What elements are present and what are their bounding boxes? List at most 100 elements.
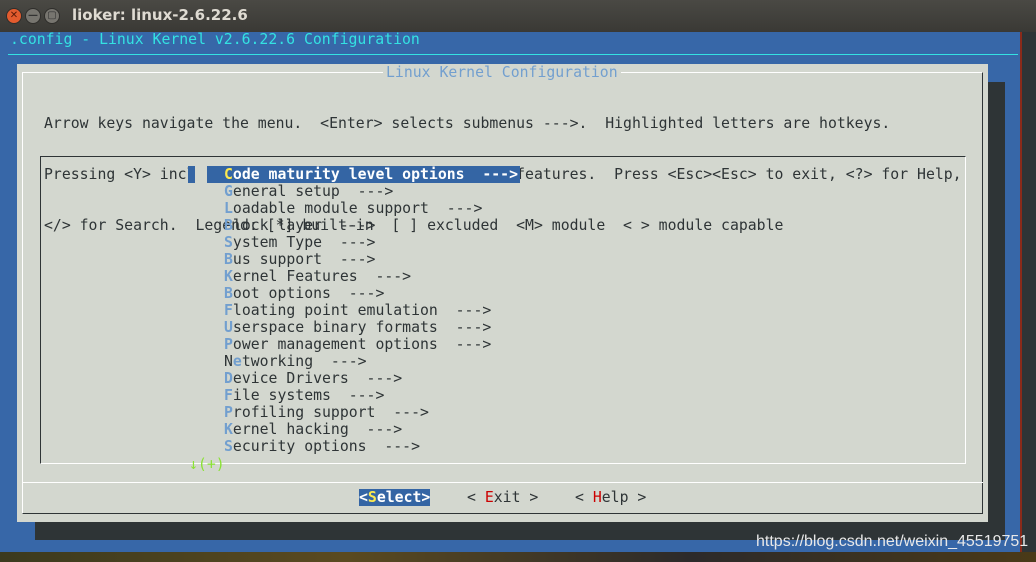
menu-item-hotkey: F — [224, 387, 233, 404]
menu-row: Loadable module support ---> — [188, 200, 520, 217]
menu-row: Device Drivers ---> — [188, 370, 520, 387]
select-pre: < — [359, 489, 368, 506]
menu-item-label: loating point emulation ---> — [232, 302, 492, 319]
menu-row: Floating point emulation ---> — [188, 302, 520, 319]
minimize-button[interactable]: — — [25, 8, 41, 24]
dialog-title: Linux Kernel Configuration — [383, 64, 621, 81]
window-title: lioker: linux-2.6.22.6 — [72, 6, 248, 24]
menu-item-hotkey: C — [224, 166, 233, 183]
menu-item-label: us support ---> — [232, 251, 376, 268]
menu-row: Code maturity level options ---> — [188, 166, 520, 183]
menu-item[interactable]: File systems ---> — [188, 387, 520, 404]
menu-item[interactable]: Kernel Features ---> — [188, 268, 520, 285]
menu-item[interactable]: Bus support ---> — [188, 251, 520, 268]
menu-item[interactable]: Power management options ---> — [188, 336, 520, 353]
help-line: Arrow keys navigate the menu. <Enter> se… — [44, 115, 891, 132]
menu-item-hotkey: G — [224, 183, 233, 200]
menu-item[interactable]: Code maturity level options ---> — [188, 166, 520, 183]
more-indicator: ↓(+) — [189, 456, 225, 473]
menu-item-hotkey: B — [224, 217, 233, 234]
menu-row: General setup ---> — [188, 183, 520, 200]
desktop-background — [0, 552, 1036, 562]
menu-row: Kernel Features ---> — [188, 268, 520, 285]
menu-item-label: ode maturity level options ---> — [232, 166, 518, 183]
menu-item-hotkey: L — [224, 200, 233, 217]
selection-marker — [188, 166, 195, 183]
terminal-header: .config - Linux Kernel v2.6.22.6 Configu… — [10, 31, 420, 48]
menu-item-label: ile systems ---> — [232, 387, 385, 404]
menu-item[interactable]: Loadable module support ---> — [188, 200, 520, 217]
help-pre: < — [575, 489, 593, 506]
menu-item[interactable]: Userspace binary formats ---> — [188, 319, 520, 336]
watermark: https://blog.csdn.net/weixin_45519751 — [756, 533, 1029, 550]
menu-item-label: rofiling support ---> — [232, 404, 429, 421]
select-button[interactable]: <Select> — [359, 489, 431, 506]
menu-row: Block layer ---> — [188, 217, 520, 234]
menu-item[interactable]: Block layer ---> — [188, 217, 520, 234]
menu-item-prefix: N — [224, 353, 233, 370]
menu-item[interactable]: Security options ---> — [188, 438, 520, 455]
menu-item-label: oot options ---> — [232, 285, 385, 302]
menu-item-label: ernel hacking ---> — [232, 421, 403, 438]
menu-item[interactable]: Boot options ---> — [188, 285, 520, 302]
menu-row: Security options ---> — [188, 438, 520, 455]
menu-item-hotkey: D — [224, 370, 233, 387]
menu-item-label: eneral setup ---> — [232, 183, 394, 200]
menu-item[interactable]: Networking ---> — [188, 353, 520, 370]
menu-item-hotkey: S — [224, 234, 233, 251]
menu-item[interactable]: General setup ---> — [188, 183, 520, 200]
menu-item-label: tworking ---> — [241, 353, 367, 370]
menu-item-label: lock layer ---> — [232, 217, 376, 234]
exit-button[interactable]: < Exit > — [467, 489, 538, 506]
menu-item-label: evice Drivers ---> — [232, 370, 403, 387]
window-titlebar: ✕ — ▢ lioker: linux-2.6.22.6 — [0, 0, 1036, 32]
menu-item-hotkey: B — [224, 285, 233, 302]
menu-item-hotkey: K — [224, 421, 233, 438]
menu-row: Kernel hacking ---> — [188, 421, 520, 438]
menu-item-label: serspace binary formats ---> — [232, 319, 492, 336]
select-hotkey: S — [367, 489, 377, 506]
menu-item-hotkey: B — [224, 251, 233, 268]
button-bar: <Select> < Exit > < Help > — [17, 489, 988, 506]
exit-rest: xit > — [493, 489, 539, 506]
help-button[interactable]: < Help > — [575, 489, 646, 506]
menu-item[interactable]: Floating point emulation ---> — [188, 302, 520, 319]
maximize-button[interactable]: ▢ — [44, 8, 60, 24]
menu-item-hotkey: K — [224, 268, 233, 285]
menu-item-hotkey: U — [224, 319, 233, 336]
help-hotkey: H — [592, 489, 602, 506]
menu-item[interactable]: Device Drivers ---> — [188, 370, 520, 387]
menu-item-label: oadable module support ---> — [232, 200, 483, 217]
menu-item-hotkey: P — [224, 336, 233, 353]
close-button[interactable]: ✕ — [6, 8, 22, 24]
exit-hotkey: E — [484, 489, 494, 506]
button-separator — [22, 482, 983, 483]
menu-item-hotkey: P — [224, 404, 233, 421]
select-rest: elect> — [376, 489, 431, 506]
menuconfig-dialog: Linux Kernel Configuration Arrow keys na… — [17, 64, 988, 522]
menu-row: File systems ---> — [188, 387, 520, 404]
menu-item-label: ecurity options ---> — [232, 438, 420, 455]
menu-row: Power management options ---> — [188, 336, 520, 353]
menu-row: Userspace binary formats ---> — [188, 319, 520, 336]
menu-item-hotkey: F — [224, 302, 233, 319]
help-rest: elp > — [601, 489, 647, 506]
exit-pre: < — [467, 489, 485, 506]
menu-list: Code maturity level options ---> General … — [188, 166, 520, 455]
menu-item-hotkey: e — [232, 353, 242, 370]
menu-item[interactable]: Kernel hacking ---> — [188, 421, 520, 438]
menu-item-label: ower management options ---> — [232, 336, 492, 353]
menu-row: Boot options ---> — [188, 285, 520, 302]
header-divider — [8, 54, 1018, 55]
menu-item-label: ernel Features ---> — [232, 268, 412, 285]
menu-item[interactable]: Profiling support ---> — [188, 404, 520, 421]
selection-gap — [195, 166, 207, 183]
menu-row: System Type ---> — [188, 234, 520, 251]
menu-row: Profiling support ---> — [188, 404, 520, 421]
menu-item-label: ystem Type ---> — [232, 234, 376, 251]
terminal-scrollbar[interactable] — [1020, 32, 1036, 552]
menu-item-hotkey: S — [224, 438, 233, 455]
menu-row: Bus support ---> — [188, 251, 520, 268]
menu-row: Networking ---> — [188, 353, 520, 370]
menu-item[interactable]: System Type ---> — [188, 234, 520, 251]
